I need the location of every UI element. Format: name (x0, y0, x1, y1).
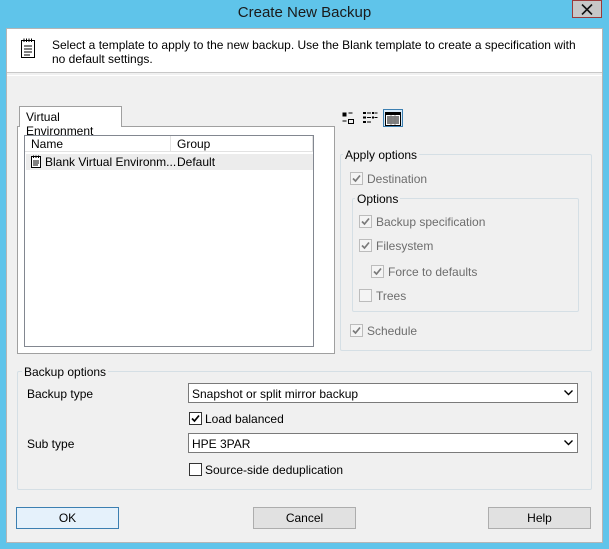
tab-virtual-environment[interactable]: Virtual Environment (19, 106, 122, 138)
source-side-deduplication-checkbox[interactable] (189, 463, 202, 476)
template-list[interactable]: Name Group Blank Virtual Environm... Def… (24, 135, 314, 347)
list-view-icon (363, 112, 378, 123)
check-icon (373, 267, 382, 276)
window-title: Create New Backup (237, 4, 372, 21)
table-row[interactable]: Blank Virtual Environm... Default (26, 154, 313, 170)
document-icon (31, 155, 41, 168)
filesystem-checkbox[interactable] (359, 239, 372, 252)
check-icon (361, 241, 370, 250)
cancel-button[interactable]: Cancel (253, 507, 356, 529)
backup-specification-label: Backup specification (376, 215, 486, 229)
details-view-icon (385, 112, 401, 126)
backup-options-legend: Backup options (22, 365, 109, 379)
destination-checkbox[interactable] (350, 172, 363, 185)
details-view-button[interactable] (383, 109, 403, 127)
schedule-label: Schedule (367, 324, 418, 338)
help-button[interactable]: Help (488, 507, 591, 529)
small-icons-view-button[interactable] (338, 109, 358, 127)
destination-label: Destination (367, 172, 428, 186)
force-to-defaults-checkbox[interactable] (371, 265, 384, 278)
trees-label: Trees (376, 289, 407, 303)
backup-type-dropdown[interactable]: Snapshot or split mirror backup (188, 383, 578, 403)
close-button[interactable] (572, 0, 602, 18)
apply-options-legend: Apply options (343, 148, 420, 162)
title-bar[interactable]: Create New Backup (0, 0, 609, 28)
load-balanced-label: Load balanced (205, 412, 284, 426)
ok-button-label: OK (58, 511, 77, 525)
load-balanced-checkbox[interactable] (189, 412, 202, 425)
help-button-label: Help (527, 511, 552, 525)
schedule-checkbox[interactable] (350, 324, 363, 337)
column-header-name[interactable]: Name (25, 136, 171, 152)
sub-type-dropdown[interactable]: HPE 3PAR (188, 433, 578, 453)
template-name-cell: Blank Virtual Environm... (45, 155, 177, 169)
small-icons-view-icon (342, 112, 354, 124)
column-header-group[interactable]: Group (171, 136, 313, 152)
backup-type-label: Backup type (27, 387, 94, 401)
document-icon (21, 38, 35, 58)
backup-specification-checkbox[interactable] (359, 215, 372, 228)
backup-type-value: Snapshot or split mirror backup (192, 387, 359, 401)
chevron-down-icon (564, 390, 573, 396)
header-message: Select a template to apply to the new ba… (52, 38, 576, 66)
filesystem-label: Filesystem (376, 239, 434, 253)
sub-type-value: HPE 3PAR (192, 437, 251, 451)
chevron-down-icon (564, 440, 573, 446)
header-divider (7, 75, 602, 76)
list-view-button[interactable] (360, 109, 380, 127)
template-group-cell: Default (177, 155, 216, 169)
info-header: Select a template to apply to the new ba… (7, 29, 602, 73)
ok-button[interactable]: OK (16, 507, 119, 529)
check-icon (191, 414, 200, 423)
sub-type-label: Sub type (27, 437, 75, 451)
check-icon (352, 174, 361, 183)
check-icon (352, 326, 361, 335)
check-icon (361, 217, 370, 226)
trees-checkbox[interactable] (359, 289, 372, 302)
cancel-button-label: Cancel (285, 511, 324, 525)
source-side-deduplication-label: Source-side deduplication (205, 463, 344, 477)
options-legend: Options (355, 192, 401, 206)
force-to-defaults-label: Force to defaults (388, 265, 478, 279)
dialog-client-area: Select a template to apply to the new ba… (6, 28, 603, 543)
close-icon (581, 4, 593, 15)
